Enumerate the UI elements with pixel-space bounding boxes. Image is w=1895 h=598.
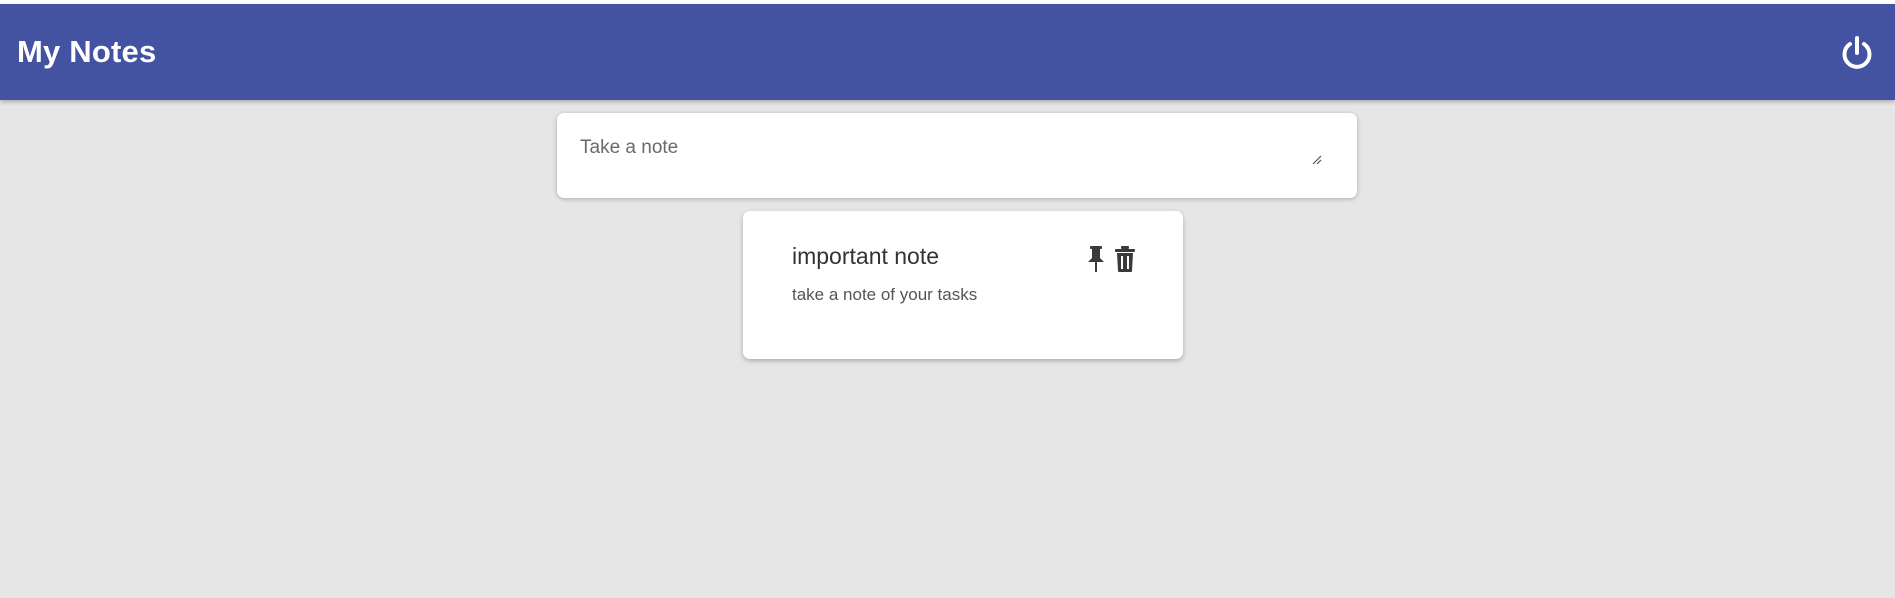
delete-note-button[interactable]: [1113, 245, 1137, 273]
note-content: take a note of your tasks: [792, 285, 978, 304]
logout-button[interactable]: [1838, 34, 1876, 72]
power-icon: [1842, 36, 1872, 69]
trash-icon: [1115, 246, 1135, 272]
app-header: My Notes: [0, 4, 1895, 100]
pin-note-button[interactable]: [1085, 245, 1107, 273]
compose-note-card: [557, 113, 1357, 198]
pin-icon: [1088, 246, 1104, 272]
app-title: My Notes: [17, 34, 157, 69]
note-title: important note: [792, 243, 940, 269]
take-note-input[interactable]: [580, 137, 1310, 177]
note-card[interactable]: important note take a note of your tasks: [743, 211, 1183, 359]
resize-handle-icon[interactable]: [1312, 155, 1322, 165]
